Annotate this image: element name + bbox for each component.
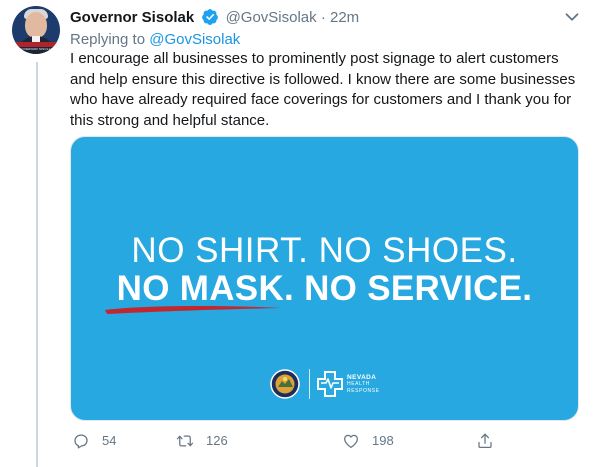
verified-badge-icon — [202, 9, 219, 25]
replying-to: Replying to @GovSisolak — [70, 30, 240, 50]
retweet-icon — [176, 435, 194, 447]
health-cross-icon — [317, 371, 343, 397]
reply-count: 54 — [102, 433, 117, 448]
timestamp[interactable]: 22m — [330, 9, 359, 26]
tweet-media-image[interactable]: NO SHIRT. NO SHOES. NO MASK. NO SERVICE.… — [70, 136, 579, 421]
logo-title: NEVADA — [347, 374, 377, 381]
reply-to-handle-link[interactable]: @GovSisolak — [149, 31, 240, 48]
chevron-down-icon[interactable] — [561, 6, 583, 28]
share-button[interactable] — [476, 430, 494, 452]
logo-sub1: HEALTH — [347, 381, 370, 387]
like-count: 198 — [372, 433, 394, 448]
state-seal-icon — [270, 369, 300, 399]
reply-icon — [74, 434, 88, 449]
avatar[interactable]: GOVERNOR SISOLAK — [12, 6, 60, 54]
author-handle[interactable]: @GovSisolak — [226, 9, 317, 26]
replying-to-label: Replying to — [70, 31, 146, 48]
avatar-ribbon-text: GOVERNOR SISOLAK — [18, 47, 54, 51]
sign-text-line1: NO SHIRT. NO SHOES. — [131, 231, 518, 270]
nevada-health-response-logo-text: NEVADA HEALTH RESPONSE — [347, 374, 380, 395]
like-button[interactable]: 198 — [342, 430, 394, 452]
tweet-actions: 54 126 198 — [70, 430, 585, 452]
logo-sub2: RESPONSE — [347, 388, 380, 394]
tweet-text: I encourage all businesses to prominentl… — [70, 50, 576, 129]
thread-connector-line — [36, 62, 38, 467]
underline-swoosh — [105, 305, 281, 314]
author-name[interactable]: Governor Sisolak — [70, 9, 194, 26]
retweet-count: 126 — [206, 433, 228, 448]
heart-icon — [343, 434, 359, 449]
tweet-header: Governor Sisolak @GovSisolak · 22m — [70, 8, 590, 28]
logo-divider — [309, 369, 310, 399]
share-icon — [478, 433, 492, 449]
retweet-button[interactable]: 126 — [176, 430, 228, 452]
reply-button[interactable]: 54 — [72, 430, 116, 452]
header-separator: · — [320, 9, 326, 26]
